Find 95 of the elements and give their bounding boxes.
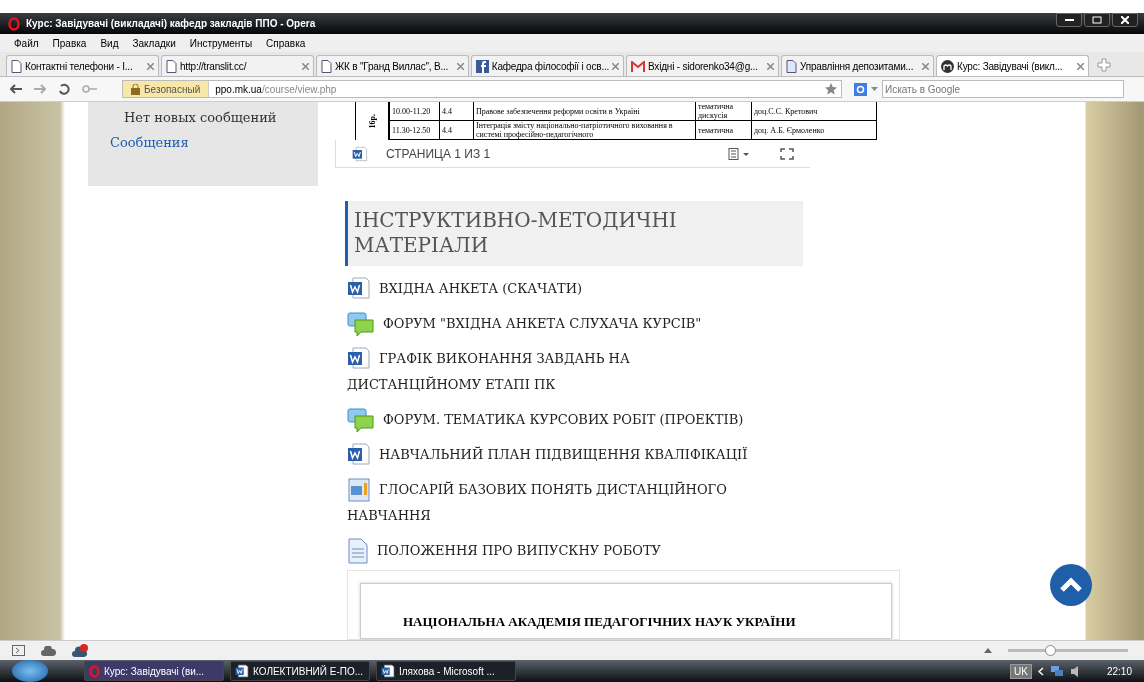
reload-icon[interactable] bbox=[58, 83, 70, 95]
table-cell: 4.4 bbox=[439, 121, 473, 139]
menu-item[interactable]: Инструменты bbox=[189, 37, 253, 49]
word-icon bbox=[381, 664, 395, 678]
messages-link[interactable]: Сообщения bbox=[110, 135, 296, 150]
opera-logo-icon bbox=[8, 16, 20, 31]
resource-link[interactable]: ПОЛОЖЕННЯ ПРО ВИПУСКНУ РОБОТУ bbox=[347, 538, 767, 564]
close-icon[interactable] bbox=[302, 62, 309, 70]
word-icon bbox=[235, 664, 249, 678]
page-icon bbox=[347, 538, 369, 564]
close-icon bbox=[1121, 16, 1129, 24]
facebook-icon bbox=[476, 59, 489, 73]
fullscreen-icon[interactable] bbox=[780, 147, 794, 160]
table-cell: Інтеграція змісту національно-патріотичного виховання в системі професійно-педагогічного bbox=[473, 121, 695, 139]
close-icon[interactable] bbox=[922, 62, 929, 70]
browser-tab[interactable]: Управління депозитами... bbox=[781, 55, 934, 76]
table-cell: тематична дискусія bbox=[695, 102, 751, 120]
table-cell: 11.30-12.50 bbox=[389, 121, 439, 139]
chevron-up-icon bbox=[1059, 577, 1083, 593]
table-cell: доц. А.Б. Єрмоленко bbox=[751, 121, 876, 139]
slider-thumb[interactable] bbox=[1045, 645, 1056, 656]
resource-link[interactable]: ГРАФІК ВИКОНАННЯ ЗАВДАНЬ НА ДИСТАНЦІЙНОМУ ЕТАПІ ПК bbox=[347, 346, 767, 398]
maximize-button[interactable] bbox=[1084, 13, 1110, 27]
url-host: ppo.mk.ua bbox=[214, 83, 262, 95]
cloud-icon[interactable] bbox=[41, 645, 56, 656]
table-cell: Правове забезпечення реформи освіти в Україні bbox=[473, 102, 695, 120]
resource-link[interactable]: ФОРУМ "ВХІДНА АНКЕТА СЛУХАЧА КУРСІВ" bbox=[347, 311, 767, 337]
scroll-to-top-button[interactable] bbox=[1050, 564, 1092, 606]
caret-icon[interactable] bbox=[984, 648, 992, 653]
browser-tab[interactable]: ЖК в "Гранд Виллас", В... bbox=[316, 55, 469, 76]
word-document-icon bbox=[352, 145, 368, 162]
search-field[interactable]: Искать в Google bbox=[882, 80, 1124, 98]
menu-item[interactable]: Файл bbox=[14, 37, 39, 49]
close-icon[interactable] bbox=[1077, 62, 1084, 70]
close-button[interactable] bbox=[1112, 13, 1138, 27]
taskbar-button[interactable]: Іляхова - Microsoft ... bbox=[376, 661, 516, 681]
window-title: Курс: Завідувачі (викладачі) кафедр закладів ППО - Opera bbox=[26, 18, 316, 29]
browser-tab[interactable]: Кафедра філософії і осв... bbox=[471, 55, 624, 76]
close-icon[interactable] bbox=[147, 62, 154, 70]
back-icon[interactable] bbox=[10, 84, 22, 94]
table-cell: тематична bbox=[695, 121, 751, 139]
chat-bubbles-icon bbox=[347, 407, 375, 433]
table-cell: 10.00-11.20 bbox=[389, 102, 439, 120]
star-icon[interactable] bbox=[825, 83, 837, 95]
minimize-icon bbox=[1064, 19, 1074, 21]
resource-link[interactable]: ВХІДНА АНКЕТА (СКАЧАТИ) bbox=[347, 276, 767, 302]
maximize-icon bbox=[1092, 16, 1102, 24]
close-icon[interactable] bbox=[457, 62, 464, 70]
page-counter: СТРАНИЦА 1 ИЗ 1 bbox=[386, 146, 491, 161]
page-icon bbox=[321, 59, 332, 73]
menu-item[interactable]: Вид bbox=[100, 37, 119, 49]
resource-link[interactable]: НАВЧАЛЬНИЙ ПЛАН ПІДВИЩЕННЯ КВАЛІФІКАЦІЇ bbox=[347, 442, 767, 468]
cloud-alert-icon[interactable] bbox=[72, 644, 88, 657]
view-menu-icon[interactable] bbox=[728, 147, 750, 160]
mail-icon bbox=[631, 60, 645, 72]
chat-bubbles-icon bbox=[347, 311, 375, 337]
table-cell: 4.4 bbox=[439, 102, 473, 120]
word-document-icon bbox=[347, 442, 371, 466]
word-document-icon bbox=[347, 346, 371, 370]
taskbar-button[interactable]: Курс: Завідувачі (ви... bbox=[84, 661, 224, 681]
browser-tab[interactable]: http://translit.cc/ bbox=[161, 55, 314, 76]
menu-item[interactable]: Закладки bbox=[132, 37, 176, 49]
chevron-left-icon[interactable] bbox=[1037, 666, 1044, 676]
security-label: Безопасный bbox=[144, 83, 201, 95]
language-indicator[interactable]: UK bbox=[1010, 663, 1032, 679]
taskbar-button[interactable]: КОЛЕКТИВНИЙ Е-ПО... bbox=[230, 661, 370, 681]
close-icon[interactable] bbox=[612, 62, 619, 70]
menu-item[interactable]: Правка bbox=[52, 37, 87, 49]
network-icon[interactable] bbox=[1049, 664, 1064, 678]
document-heading: НАЦІОНАЛЬНА АКАДЕМІЯ ПЕДАГОГІЧНИХ НАУК УКРАЇНИ bbox=[403, 614, 796, 629]
caret-icon[interactable] bbox=[871, 87, 878, 91]
browser-tab[interactable]: Курс: Завідувачі (викл... bbox=[936, 55, 1089, 76]
close-icon[interactable] bbox=[767, 62, 774, 70]
opera-logo-icon bbox=[89, 664, 100, 678]
url-path: /course/view.php bbox=[261, 83, 337, 95]
panel-icon[interactable] bbox=[12, 645, 25, 656]
table-cell: 16р. bbox=[367, 113, 377, 129]
start-button[interactable] bbox=[12, 660, 48, 682]
menu-item[interactable]: Справка bbox=[266, 37, 306, 49]
glossary-icon bbox=[347, 477, 371, 503]
clock: 22:10 bbox=[1106, 665, 1132, 677]
browser-tab[interactable]: Вхідні - sidorenko34@g... bbox=[626, 55, 779, 76]
section-title: ІНСТРУКТИВНО-МЕТОДИЧНІ МАТЕРІАЛИ bbox=[354, 208, 678, 258]
lock-icon bbox=[131, 83, 140, 95]
address-field[interactable]: Безопасный ppo.mk.ua/course/view.php bbox=[122, 80, 842, 98]
browser-tab[interactable]: Контактні телефони - І... bbox=[6, 55, 159, 76]
minimize-button[interactable] bbox=[1056, 13, 1082, 27]
page-icon bbox=[786, 59, 797, 73]
resource-link[interactable]: ФОРУМ. ТЕМАТИКА КУРСОВИХ РОБІТ (ПРОЕКТІВ) bbox=[347, 407, 767, 433]
resource-link[interactable]: ГЛОСАРІЙ БАЗОВИХ ПОНЯТЬ ДИСТАНЦІЙНОГО НАВЧАННЯ bbox=[347, 477, 767, 529]
word-document-icon bbox=[347, 276, 371, 300]
page-icon bbox=[11, 59, 22, 73]
no-messages-text: Нет новых сообщений bbox=[123, 110, 278, 125]
table-cell: доц.С.С. Кретович bbox=[751, 102, 876, 120]
page-icon bbox=[166, 59, 177, 73]
